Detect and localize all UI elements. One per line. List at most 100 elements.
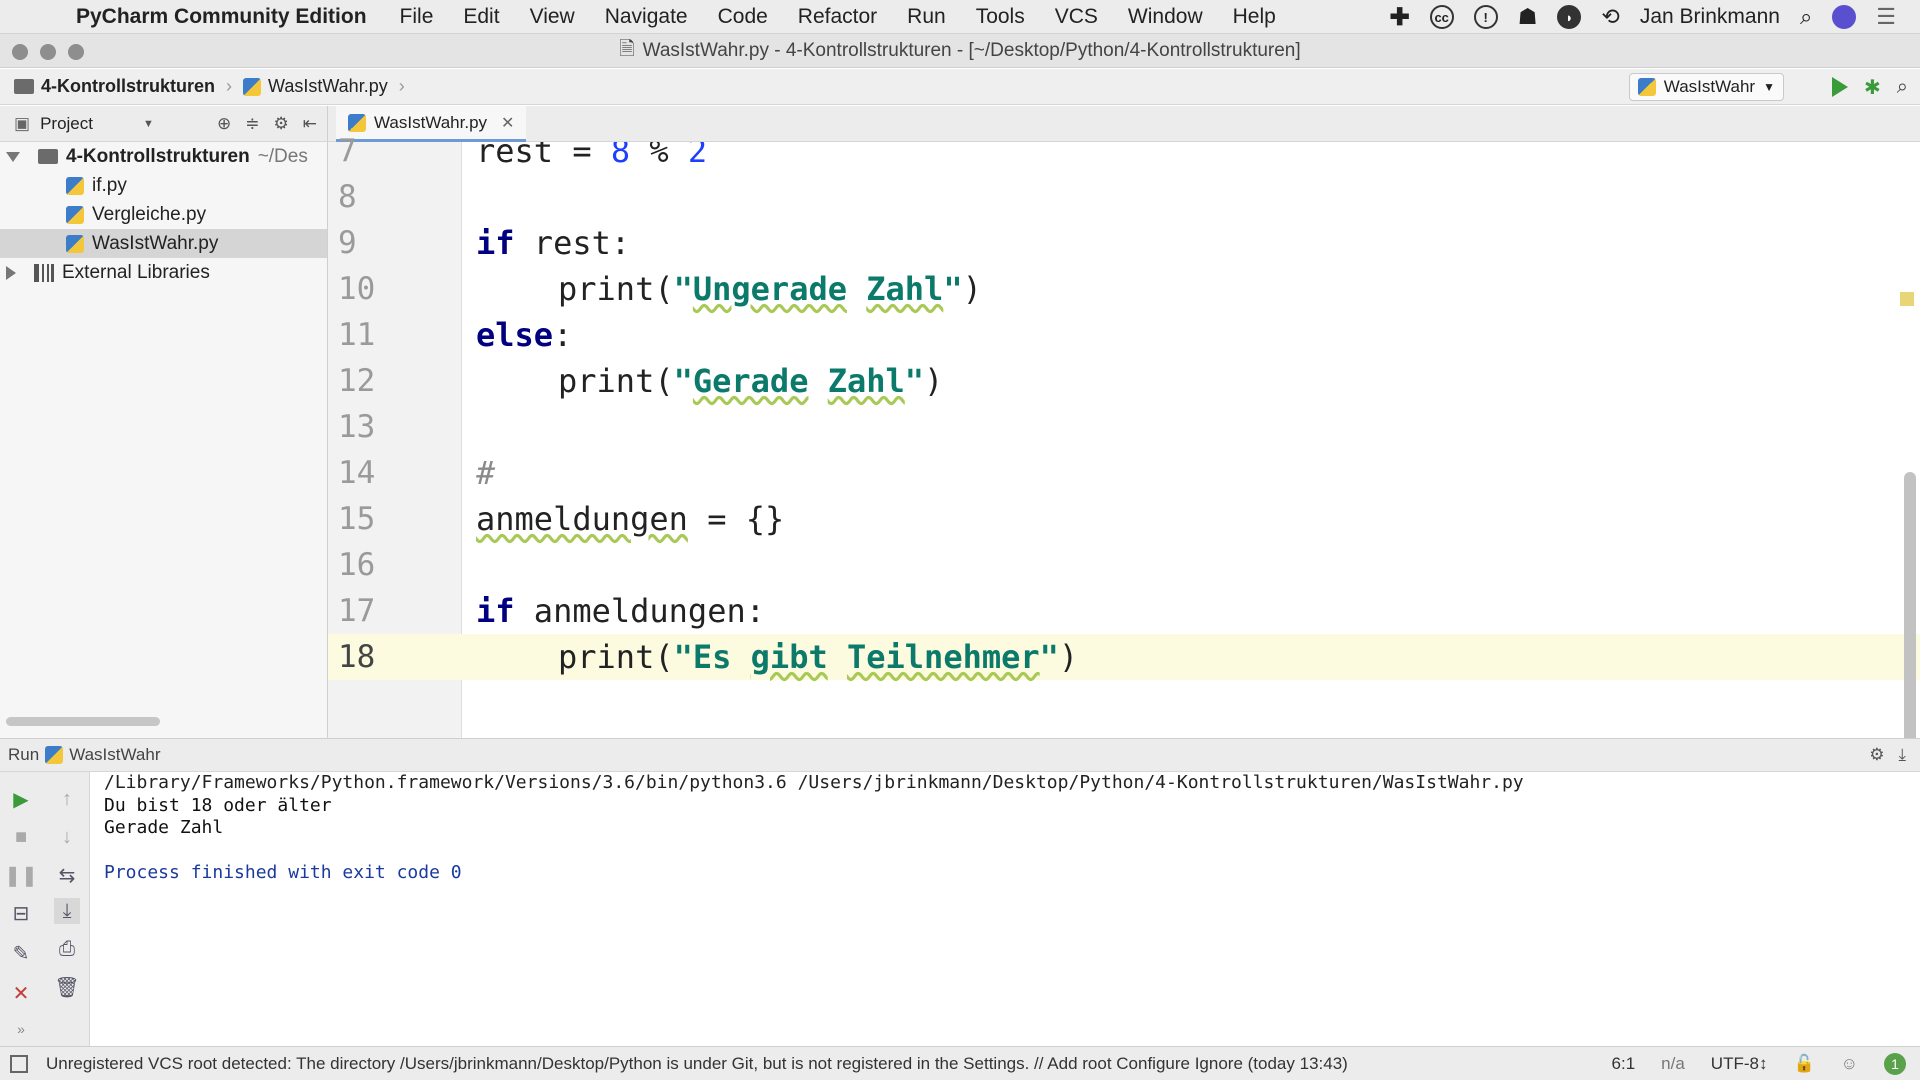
down-arrow-icon[interactable]: ↓: [54, 824, 80, 850]
soft-wrap-icon[interactable]: ⇆: [54, 862, 80, 888]
siri-icon[interactable]: [1832, 5, 1857, 29]
tree-item-vergleiche[interactable]: Vergleiche.py: [0, 200, 327, 229]
code-line[interactable]: print("Ungerade Zahl"): [462, 266, 1920, 312]
code-line[interactable]: if anmeldungen:: [462, 588, 1920, 634]
menu-view[interactable]: View: [530, 5, 575, 29]
search-everywhere-icon[interactable]: ⌕: [1897, 76, 1908, 99]
horizontal-scrollbar[interactable]: [6, 717, 160, 726]
creative-cloud-icon[interactable]: cc: [1429, 5, 1454, 29]
console-line: Du bist 18 oder älter: [104, 794, 332, 816]
expand-arrow-icon[interactable]: [6, 265, 16, 280]
notification-center-icon[interactable]: ☰: [1876, 4, 1896, 30]
menu-edit[interactable]: Edit: [463, 5, 499, 29]
line-number: 15: [338, 501, 376, 537]
python-file-icon: [45, 746, 64, 764]
zoom-window-icon[interactable]: [68, 44, 84, 60]
warning-marker[interactable]: [1900, 292, 1914, 306]
code-line[interactable]: anmeldungen = {}: [462, 496, 1920, 542]
window-title-bar: 🗎 WasIstWahr.py - 4-Kontrollstrukturen -…: [0, 34, 1920, 68]
plus-icon[interactable]: ✚: [1390, 3, 1410, 32]
run-config-name[interactable]: WasIstWahr: [69, 745, 160, 765]
inspector-icon[interactable]: ☺: [1841, 1054, 1858, 1074]
more-icon[interactable]: »: [8, 1016, 34, 1042]
gear-icon[interactable]: ⚙: [274, 114, 289, 134]
status-message[interactable]: Unregistered VCS root detected: The dire…: [46, 1054, 1348, 1074]
file-encoding[interactable]: UTF-8↕: [1711, 1054, 1768, 1074]
tree-item-wasistwahr[interactable]: WasIstWahr.py: [0, 229, 327, 258]
code-token: ): [1058, 638, 1079, 676]
time-machine-icon[interactable]: ⟲: [1601, 4, 1619, 30]
tree-item-external-libraries[interactable]: External Libraries: [0, 258, 327, 287]
scroll-to-end-icon[interactable]: ⤓: [54, 898, 80, 924]
menu-refactor[interactable]: Refactor: [798, 5, 877, 29]
menu-window[interactable]: Window: [1128, 5, 1203, 29]
spotlight-icon[interactable]: ⌕: [1800, 4, 1812, 30]
code-string: Ungerade: [692, 270, 847, 308]
code-editor[interactable]: rest = 8 % 2 if rest: print("Ungerade Za…: [462, 142, 1920, 738]
breadcrumb: 4-Kontrollstrukturen › WasIstWahr.py ›: [14, 76, 409, 97]
code-line[interactable]: rest = 8 % 2: [462, 142, 1920, 174]
line-separator[interactable]: n/a: [1661, 1054, 1685, 1074]
gear-icon[interactable]: ⚙: [1869, 745, 1884, 765]
python-file-icon: [66, 234, 84, 253]
chevron-down-icon[interactable]: ▼: [143, 118, 154, 130]
menu-help[interactable]: Help: [1233, 5, 1276, 29]
breadcrumb-file[interactable]: WasIstWahr.py: [268, 76, 388, 97]
onepassword-icon[interactable]: !: [1473, 5, 1498, 29]
stop-icon[interactable]: ■: [8, 824, 34, 850]
menu-tools[interactable]: Tools: [976, 5, 1025, 29]
expand-arrow-icon[interactable]: [6, 151, 20, 162]
code-line[interactable]: print("Gerade Zahl"): [462, 358, 1920, 404]
python-file-icon: [66, 176, 84, 195]
run-button[interactable]: [1832, 77, 1849, 97]
locate-icon[interactable]: ⊕: [217, 114, 231, 134]
pause-icon[interactable]: ❚❚: [4, 862, 38, 888]
up-arrow-icon[interactable]: ↑: [54, 786, 80, 812]
event-log-badge[interactable]: 1: [1884, 1053, 1906, 1075]
run-console[interactable]: /Library/Frameworks/Python.framework/Ver…: [90, 772, 1920, 1046]
close-icon[interactable]: ✕: [8, 980, 34, 1006]
menu-file[interactable]: File: [400, 5, 434, 29]
python-file-icon: [1637, 78, 1656, 96]
tree-item-root[interactable]: 4-Kontrollstrukturen ~/Des: [0, 142, 327, 171]
user-name[interactable]: Jan Brinkmann: [1640, 5, 1780, 29]
code-token: rest:: [514, 224, 631, 262]
hide-panel-icon[interactable]: ⤓: [1898, 745, 1906, 765]
code-line[interactable]: else:: [462, 312, 1920, 358]
code-line[interactable]: if rest:: [462, 220, 1920, 266]
caret-position[interactable]: 6:1: [1612, 1054, 1636, 1074]
line-number: 7: [338, 133, 357, 169]
project-view-select[interactable]: Project: [40, 114, 93, 134]
tool-windows-icon[interactable]: [10, 1055, 28, 1073]
tree-item-if[interactable]: if.py: [0, 171, 327, 200]
close-tab-icon[interactable]: ✕: [501, 113, 514, 133]
print-icon[interactable]: ⎙: [54, 936, 80, 962]
pin-icon[interactable]: ✎: [8, 940, 34, 966]
menu-run[interactable]: Run: [907, 5, 946, 29]
lock-icon[interactable]: 🔓: [1793, 1054, 1814, 1074]
run-configuration-select[interactable]: WasIstWahr ▼: [1628, 73, 1784, 101]
vertical-scrollbar[interactable]: [1904, 472, 1916, 738]
tree-item-label: WasIstWahr.py: [92, 232, 219, 254]
tree-root-path: ~/Des: [257, 145, 308, 167]
app-name-menu[interactable]: PyCharm Community Edition: [76, 5, 367, 29]
code-line[interactable]: #: [462, 450, 1920, 496]
code-line-current[interactable]: print("Es gibt Teilnehmer"): [462, 634, 1920, 680]
menu-code[interactable]: Code: [718, 5, 768, 29]
restore-layout-icon[interactable]: ⊟: [8, 900, 34, 926]
ghost-icon[interactable]: ☗: [1518, 4, 1538, 30]
menu-navigate[interactable]: Navigate: [605, 5, 688, 29]
project-panel-header: ▣ Project ▼ ⊕ ≑ ⚙ ⇤: [0, 106, 328, 142]
trash-icon[interactable]: 🗑: [54, 974, 80, 1000]
code-string: [808, 362, 827, 400]
close-window-icon[interactable]: [12, 44, 28, 60]
rerun-icon[interactable]: ▶: [8, 786, 34, 812]
debug-button[interactable]: ✱: [1864, 75, 1881, 100]
breadcrumb-project[interactable]: 4-Kontrollstrukturen: [41, 76, 215, 97]
minimize-window-icon[interactable]: [40, 44, 56, 60]
menu-vcs[interactable]: VCS: [1055, 5, 1098, 29]
console-exit-line: Process finished with exit code 0: [104, 862, 462, 883]
leaf-icon[interactable]: ◗: [1557, 5, 1582, 29]
collapse-all-icon[interactable]: ≑: [245, 114, 259, 134]
hide-panel-icon[interactable]: ⇤: [303, 114, 317, 134]
